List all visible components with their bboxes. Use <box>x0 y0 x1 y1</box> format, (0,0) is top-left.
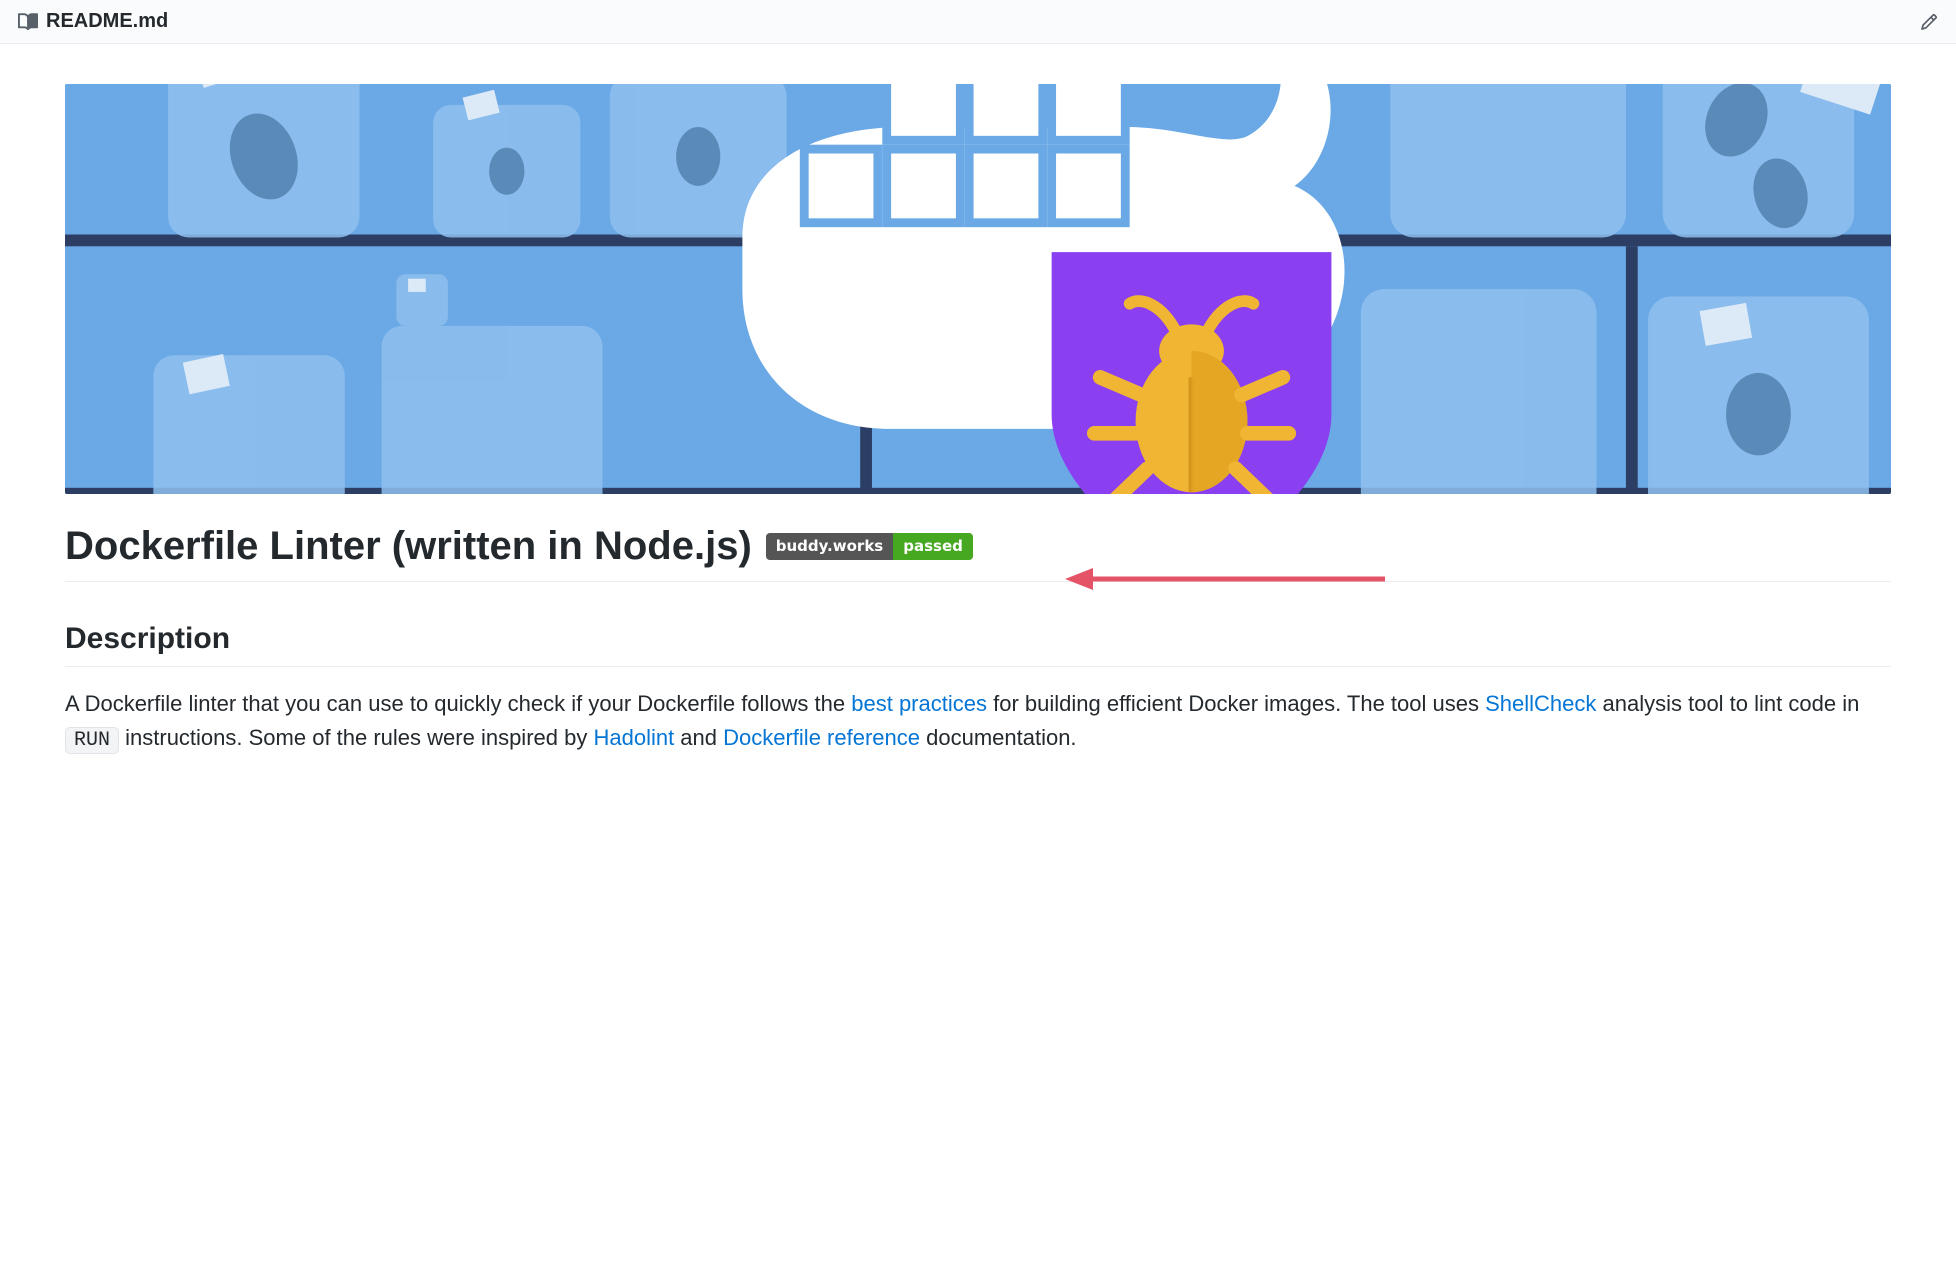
desc-text-3: analysis tool to lint code in <box>1596 691 1859 716</box>
book-icon <box>18 12 38 32</box>
badge-left: buddy.works <box>766 533 893 560</box>
title-text: Dockerfile Linter (written in Node.js) <box>65 524 752 569</box>
link-dockerfile-reference[interactable]: Dockerfile reference <box>723 725 920 750</box>
page-title: Dockerfile Linter (written in Node.js) b… <box>65 524 1891 582</box>
link-shellcheck[interactable]: ShellCheck <box>1485 691 1596 716</box>
desc-text-5: and <box>674 725 723 750</box>
desc-text-4: instructions. Some of the rules were ins… <box>119 725 593 750</box>
hero-banner <box>65 84 1891 494</box>
code-run: RUN <box>65 727 119 754</box>
file-header: README.md <box>0 0 1956 44</box>
desc-text-1: A Dockerfile linter that you can use to … <box>65 691 851 716</box>
edit-icon[interactable] <box>1920 13 1938 31</box>
badge-right: passed <box>893 533 973 560</box>
readme-body: Dockerfile Linter (written in Node.js) b… <box>0 44 1956 796</box>
link-hadolint[interactable]: Hadolint <box>593 725 674 750</box>
description-paragraph: A Dockerfile linter that you can use to … <box>65 687 1891 756</box>
file-name: README.md <box>46 10 168 33</box>
build-badge[interactable]: buddy.works passed <box>766 533 973 560</box>
desc-text-6: documentation. <box>920 725 1077 750</box>
link-best-practices[interactable]: best practices <box>851 691 987 716</box>
desc-text-2: for building efficient Docker images. Th… <box>987 691 1485 716</box>
description-heading: Description <box>65 622 1891 667</box>
